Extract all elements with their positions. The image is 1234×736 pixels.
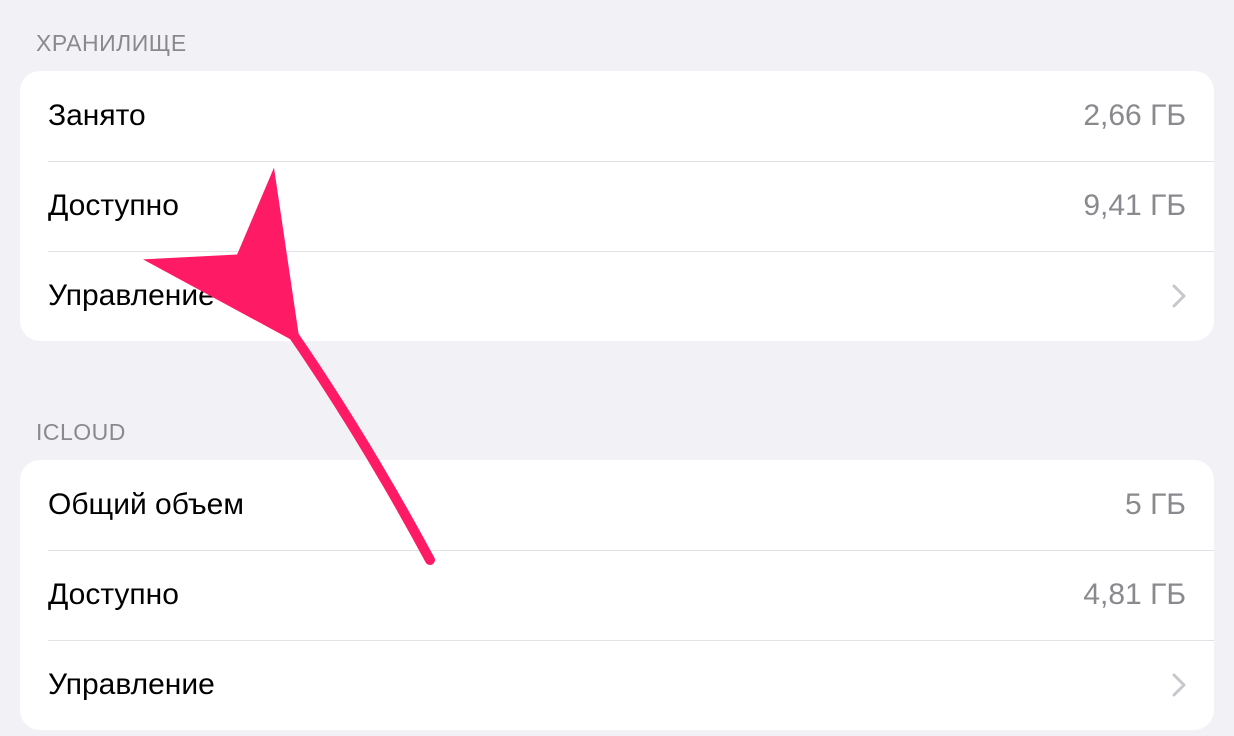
row-icloud-total: Общий объем 5 ГБ	[20, 460, 1214, 550]
row-icloud-available: Доступно 4,81 ГБ	[20, 550, 1214, 640]
chevron-right-icon	[1172, 673, 1186, 697]
row-label: Управление	[48, 668, 215, 702]
row-label: Доступно	[48, 189, 179, 223]
chevron-right-icon	[1172, 284, 1186, 308]
row-label: Общий объем	[48, 488, 244, 522]
row-storage-manage[interactable]: Управление	[20, 251, 1214, 341]
row-value: 2,66 ГБ	[1083, 99, 1186, 133]
row-label: Доступно	[48, 578, 179, 612]
group-icloud: Общий объем 5 ГБ Доступно 4,81 ГБ Управл…	[20, 460, 1214, 730]
row-label: Управление	[48, 279, 215, 313]
row-storage-used: Занято 2,66 ГБ	[20, 71, 1214, 161]
group-storage: Занято 2,66 ГБ Доступно 9,41 ГБ Управлен…	[20, 71, 1214, 341]
section-header-storage: ХРАНИЛИЩЕ	[20, 0, 1214, 71]
row-value: 9,41 ГБ	[1083, 189, 1186, 223]
row-value: 4,81 ГБ	[1083, 578, 1186, 612]
section-header-icloud: ICLOUD	[20, 389, 1214, 460]
row-storage-available: Доступно 9,41 ГБ	[20, 161, 1214, 251]
row-label: Занято	[48, 99, 146, 133]
row-value: 5 ГБ	[1125, 488, 1186, 522]
row-icloud-manage[interactable]: Управление	[20, 640, 1214, 730]
